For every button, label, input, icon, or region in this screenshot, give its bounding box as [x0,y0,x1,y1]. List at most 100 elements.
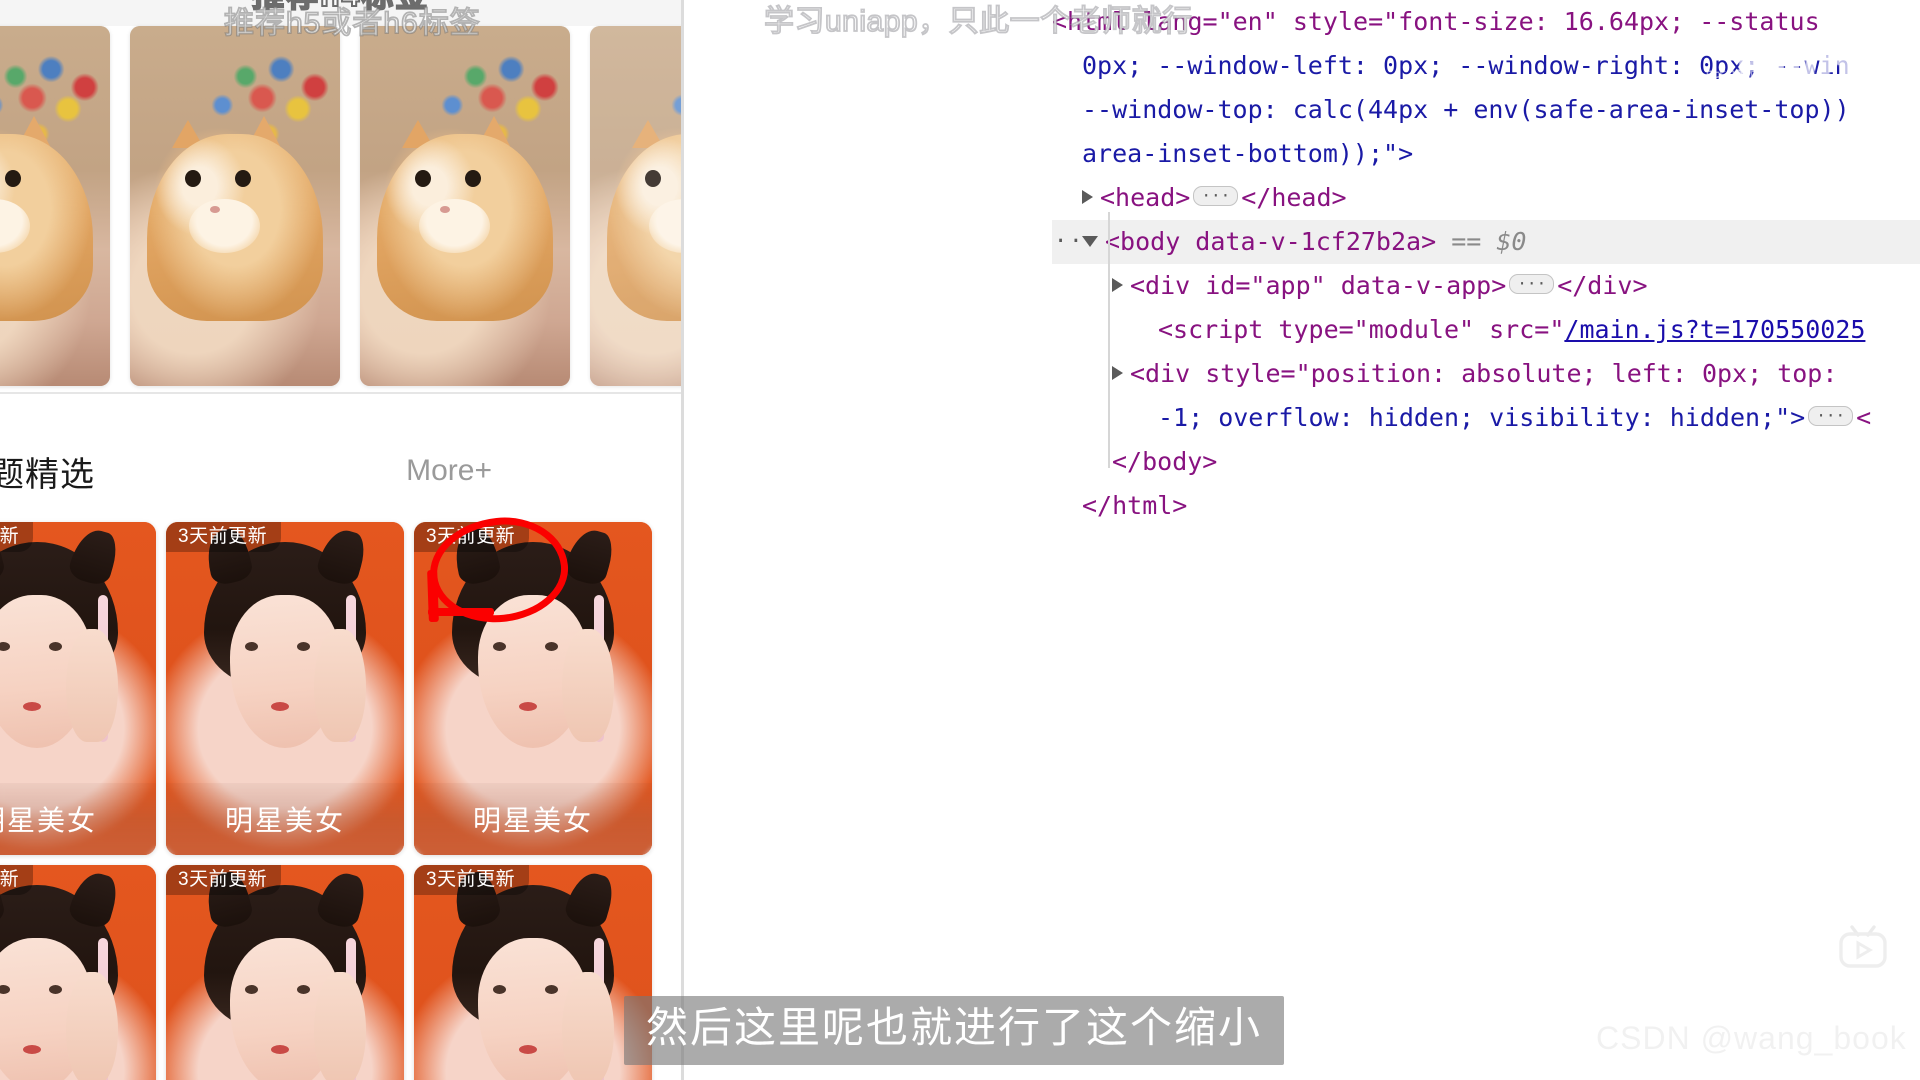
banner-slide[interactable] [0,26,110,386]
eye-left [0,641,10,651]
hand-shape [65,628,118,742]
collapsed-children-ellipsis[interactable]: ··· [1193,186,1239,206]
more-link[interactable]: More+ [406,454,492,488]
body-open-tag: <body data-v-1cf27b2a> [1105,227,1437,256]
collapsed-children-ellipsis[interactable]: ··· [1509,274,1555,294]
devtools-elements-panel[interactable]: <html lang="en" style="font-size: 16.64p… [1052,0,1920,1080]
card-label: 明星美女 [166,783,404,855]
cat-photo [590,26,681,386]
expand-triangle-icon[interactable] [1082,190,1093,204]
cat-muzzle [188,198,261,253]
content-card[interactable]: 3天前更新 明星美女 [0,865,156,1080]
eye-left [244,641,258,651]
html-open-tag: <html lang="en" style="font-size: 16.64p… [1052,7,1820,36]
cat-eye-left [184,170,201,187]
lips [270,1044,289,1054]
cat-eye-right [5,170,21,187]
eye-left [492,984,506,994]
dom-node-head[interactable]: <head> ··· </head> [1052,176,1920,220]
html-close-tag: </html> [1082,491,1188,520]
div-absolute-open-tag: <div style="position: absolute; left: 0p… [1130,359,1838,388]
lips [518,701,537,711]
card-badge: 3天前更新 [414,522,530,552]
section-title: 题精选 [0,455,95,494]
html-style-cont-1: 0px; --window-left: 0px; --window-right:… [1082,51,1850,80]
content-card[interactable]: 3天前更新 明星美女 [0,522,156,855]
banner-divider [0,392,681,394]
cat-photo [0,26,110,386]
card-badge: 3天前更新 [414,865,530,895]
card-grid: 3天前更新 明星美女 3天前更新 明星美女 [0,522,681,1080]
hand-shape [561,628,614,742]
expand-triangle-icon[interactable] [1112,278,1123,292]
banner-slide[interactable] [130,26,340,386]
eye-right [48,984,62,994]
hand-shape [313,628,366,742]
div-app-close-tag: </div> [1557,271,1648,300]
section-header: 题精选 More+ [0,440,652,502]
cat-eye-left [644,170,661,187]
lips [518,1044,537,1054]
div-absolute-style-cont: -1; overflow: hidden; visibility: hidden… [1158,403,1806,432]
content-card[interactable]: 3天前更新 明星美女 [166,865,404,1080]
script-src-link[interactable]: /main.js?t=170550025 [1564,315,1865,344]
html-style-cont-2: --window-top: calc(44px + env(safe-area-… [1082,95,1850,124]
banner-carousel[interactable] [0,26,681,390]
lips [270,701,289,711]
div-app-open-tag: <div id="app" data-v-app> [1130,271,1507,300]
dom-node-div-absolute[interactable]: <div style="position: absolute; left: 0p… [1052,352,1920,396]
dom-node-body[interactable]: ··· <body data-v-1cf27b2a> == $0 [1052,220,1920,264]
cat-photo [360,26,570,386]
banner-slide[interactable] [590,26,681,386]
card-image [0,865,156,1080]
indent-guide [1108,212,1110,468]
hand-shape [313,971,366,1080]
selected-node-marker: == $0 [1451,227,1527,256]
card-badge: 3天前更新 [0,522,34,552]
content-card[interactable]: 3天前更新 明星美女 [414,865,652,1080]
dom-node-script[interactable]: <script type="module" src="/main.js?t=17… [1052,308,1920,352]
preview-top-strip [0,0,681,26]
card-badge: 3天前更新 [0,865,34,895]
eye-right [48,641,62,651]
lips [22,1044,41,1054]
card-label: 明星美女 [0,783,156,855]
cat-eye-right [235,170,251,187]
cat-eye-left [414,170,431,187]
blank-gutter [684,0,1052,1080]
eye-right [296,984,310,994]
banner-slide[interactable] [360,26,570,386]
cat-eye-right [465,170,481,187]
body-close-tag: </body> [1112,447,1218,476]
collapsed-children-ellipsis[interactable]: ··· [1808,406,1854,426]
lips [22,701,41,711]
dom-node-html-close: </html> [1052,484,1920,528]
eye-right [296,641,310,651]
content-card[interactable]: 3天前更新 明星美女 [166,522,404,855]
eye-right [544,641,558,651]
expand-triangle-icon[interactable] [1112,366,1123,380]
content-card[interactable]: 3天前更新 明星美女 [414,522,652,855]
eye-left [244,984,258,994]
dom-node-html-cont: area-inset-bottom));"> [1052,132,1920,176]
card-label: 明星美女 [414,783,652,855]
html-style-cont-3: area-inset-bottom));"> [1082,139,1414,168]
card-badge: 3天前更新 [166,522,282,552]
script-open-tag: <script type="module" src=" [1158,315,1565,344]
div-absolute-close-partial: < [1856,403,1872,432]
app-preview-pane: 题精选 More+ 3天前更新 明星美女 [0,0,681,1080]
cat-photo [130,26,340,386]
card-image [166,865,404,1080]
card-badge: 3天前更新 [166,865,282,895]
node-more-menu-icon[interactable]: ··· [1054,220,1100,264]
dom-node-html-cont: --window-top: calc(44px + env(safe-area-… [1052,88,1920,132]
hand-shape [561,971,614,1080]
head-open-tag: <head> [1100,183,1191,212]
dom-node-div-app[interactable]: <div id="app" data-v-app> ··· </div> [1052,264,1920,308]
dom-node-html[interactable]: <html lang="en" style="font-size: 16.64p… [1052,0,1920,44]
card-image [414,865,652,1080]
screenshot-root: 题精选 More+ 3天前更新 明星美女 [0,0,1920,1080]
dom-node-body-close: </body> [1052,440,1920,484]
head-close-tag: </head> [1241,183,1347,212]
hand-shape [65,971,118,1080]
